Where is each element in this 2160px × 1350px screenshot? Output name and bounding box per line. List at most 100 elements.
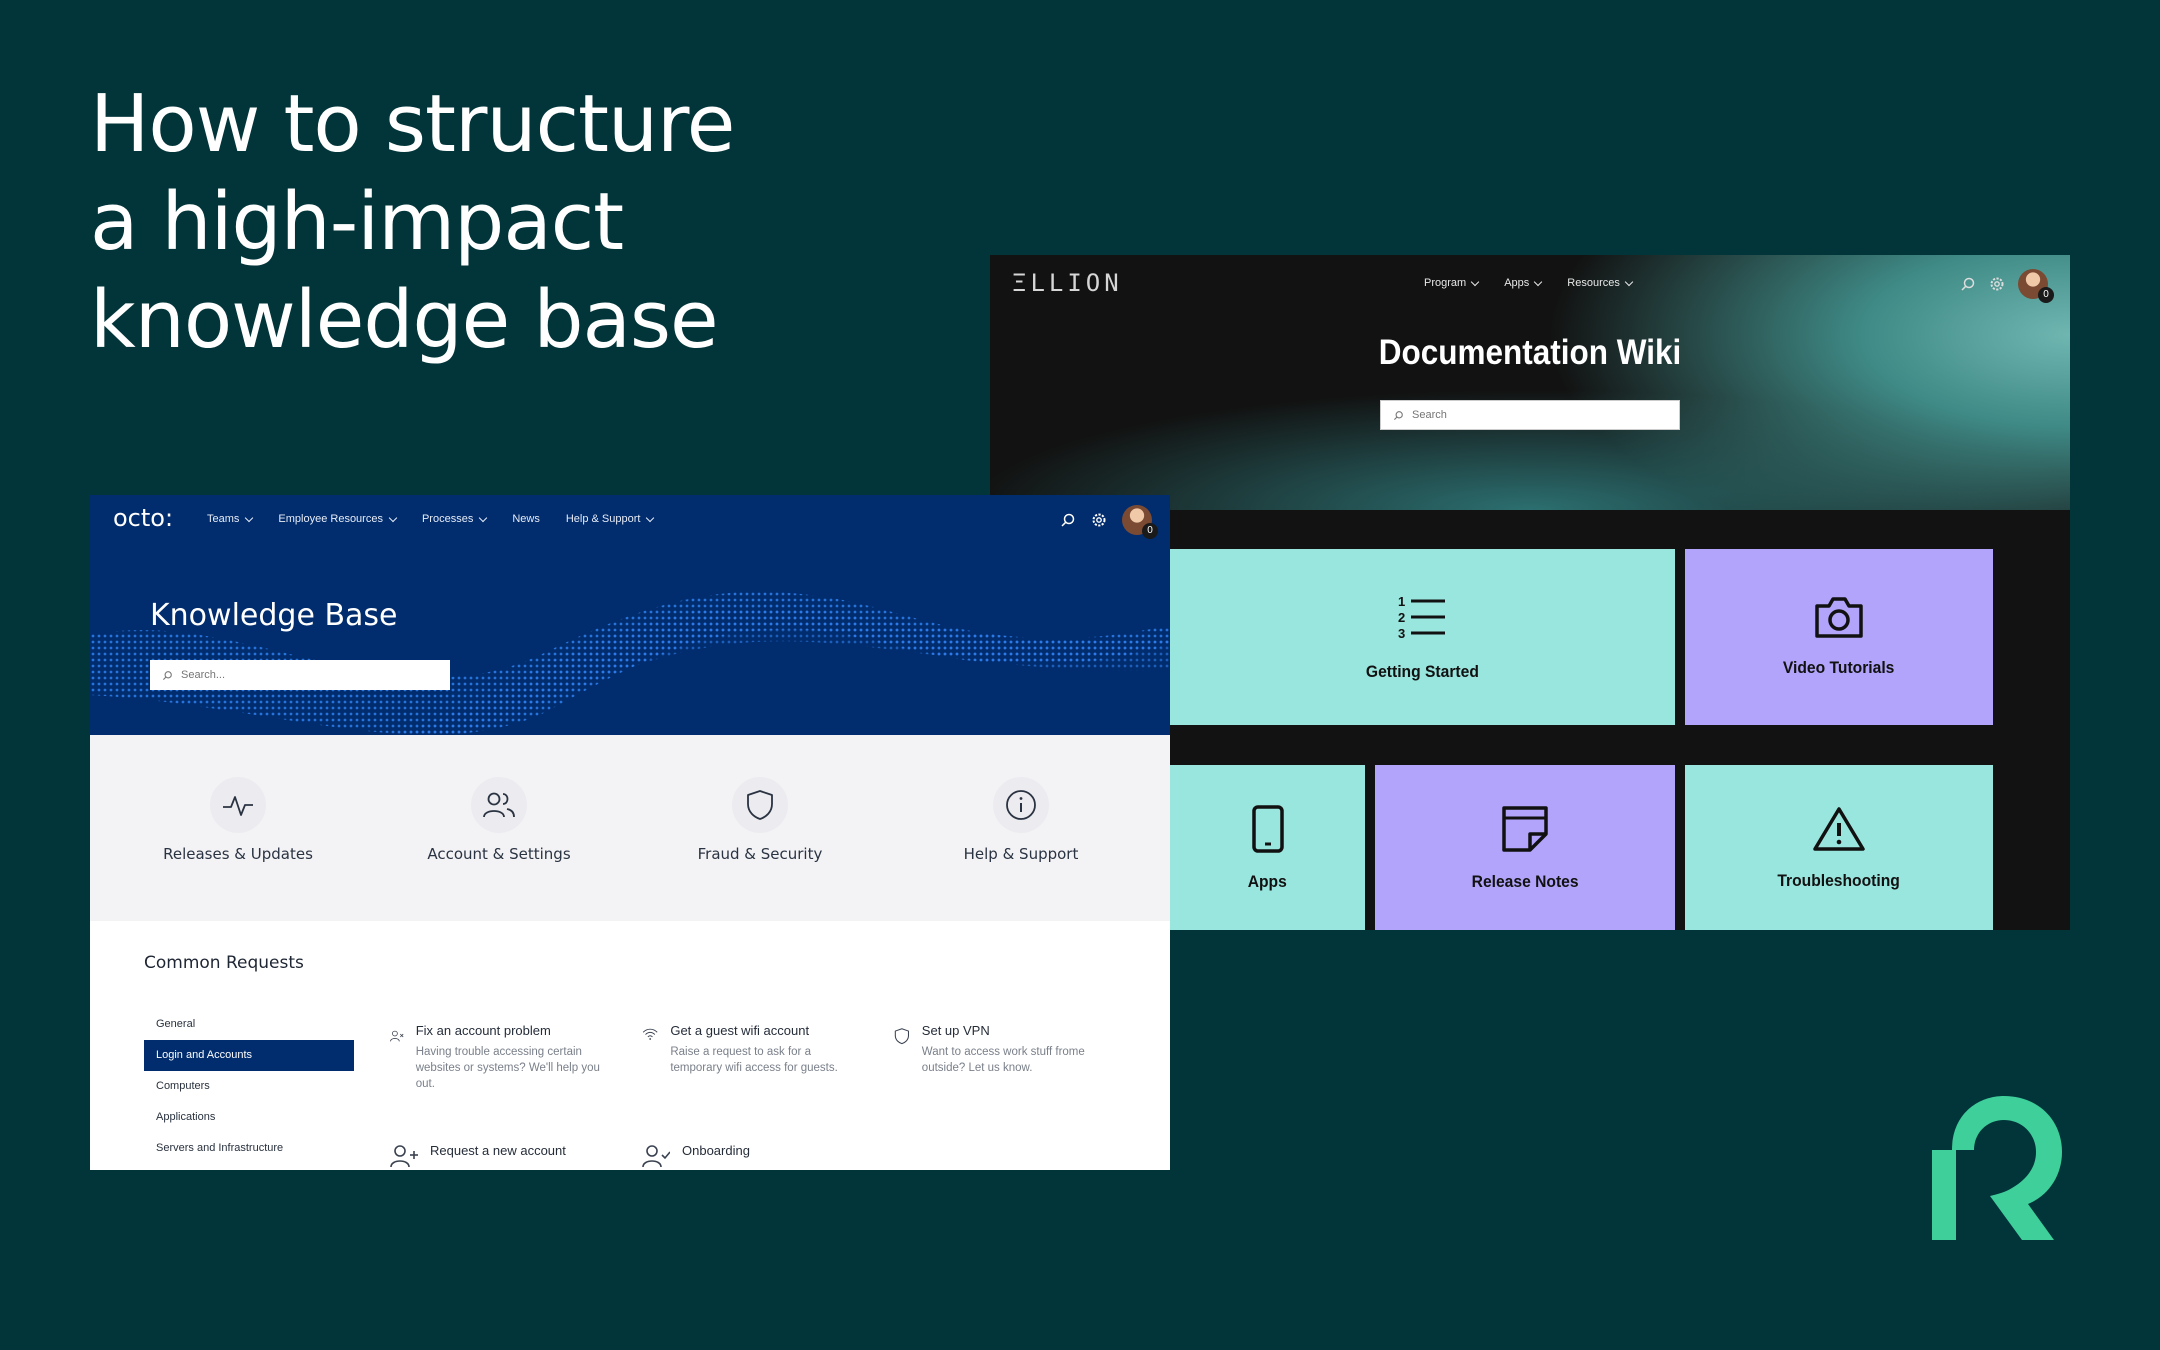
ellion-nav: Program Apps Resources bbox=[1424, 277, 1634, 289]
search-input[interactable] bbox=[1412, 409, 1662, 421]
tile-video-tutorials[interactable]: Video Tutorials bbox=[1685, 549, 1993, 725]
svg-text:2: 2 bbox=[1398, 610, 1405, 625]
request-text: Request a new account bbox=[430, 1143, 566, 1169]
shield-icon bbox=[747, 790, 773, 820]
tile-label: Video Tutorials bbox=[1783, 658, 1895, 677]
search-icon[interactable] bbox=[1960, 276, 1976, 292]
octo-nav-teams[interactable]: Teams bbox=[207, 513, 254, 525]
user-x-icon bbox=[390, 1030, 404, 1042]
request-fix-account[interactable]: Fix an account problem Having trouble ac… bbox=[390, 1023, 600, 1092]
category-label: Fraud & Security bbox=[697, 845, 823, 863]
gear-icon[interactable] bbox=[1988, 275, 2006, 293]
request-text: Set up VPN Want to access work stuff fro… bbox=[922, 1023, 1104, 1076]
category-releases-updates[interactable]: Releases & Updates bbox=[108, 777, 368, 863]
category-label: Account & Settings bbox=[427, 845, 571, 863]
headline: How to structure a high-impact knowledge… bbox=[90, 75, 850, 369]
ellion-toolbar: 0 bbox=[1960, 269, 2054, 303]
numbered-list-icon: 1 2 3 bbox=[1398, 594, 1445, 641]
chevron-down-icon bbox=[245, 513, 254, 522]
octo-logo[interactable]: octo: bbox=[113, 504, 173, 532]
chevron-down-icon bbox=[1624, 277, 1634, 286]
request-category-applications[interactable]: Applications bbox=[144, 1102, 354, 1133]
tile-label: Getting Started bbox=[1366, 662, 1479, 681]
ellion-nav-apps[interactable]: Apps bbox=[1504, 277, 1543, 289]
octo-hero: octo: Teams Employee Resources Processes… bbox=[90, 495, 1170, 735]
request-title: Get a guest wifi account bbox=[670, 1023, 810, 1038]
svg-text:1: 1 bbox=[1398, 594, 1405, 609]
icon-circle bbox=[732, 777, 788, 833]
chevron-down-icon bbox=[1470, 277, 1480, 286]
request-text: Fix an account problem Having trouble ac… bbox=[416, 1023, 600, 1092]
tile-troubleshooting[interactable]: Troubleshooting bbox=[1685, 765, 1993, 930]
request-description: Having trouble accessing certain website… bbox=[415, 1046, 600, 1090]
info-icon bbox=[1006, 790, 1036, 820]
tile-apps[interactable]: Apps bbox=[1170, 765, 1365, 930]
search-icon bbox=[1393, 410, 1403, 420]
octo-nav-employee-resources[interactable]: Employee Resources bbox=[278, 513, 398, 525]
octo-nav: Teams Employee Resources Processes News … bbox=[207, 513, 655, 525]
ellion-logo[interactable]: ΞLLION bbox=[1012, 269, 1123, 297]
gear-icon[interactable] bbox=[1090, 511, 1108, 529]
headline-line-2: a high-impact bbox=[90, 176, 624, 268]
tile-label: Troubleshooting bbox=[1777, 870, 1901, 890]
request-title: Fix an account problem bbox=[415, 1023, 551, 1038]
icon-circle bbox=[210, 777, 266, 833]
notification-count: 0 bbox=[1142, 523, 1158, 539]
wifi-icon bbox=[642, 1028, 658, 1040]
request-description: Raise a request to ask for a temporary w… bbox=[670, 1046, 838, 1074]
common-requests-section: Common Requests General Login and Accoun… bbox=[90, 921, 1170, 1170]
octo-nav-help-support[interactable]: Help & Support bbox=[565, 513, 655, 525]
request-description: Want to access work stuff frome outside?… bbox=[921, 1046, 1085, 1074]
nav-label: Employee Resources bbox=[278, 513, 383, 525]
category-account-settings[interactable]: Account & Settings bbox=[369, 777, 629, 863]
request-text: Onboarding bbox=[682, 1143, 750, 1169]
activity-icon bbox=[223, 796, 253, 816]
users-icon bbox=[483, 792, 515, 818]
search-bar bbox=[150, 660, 450, 690]
user-plus-icon bbox=[390, 1145, 418, 1168]
search-input[interactable] bbox=[181, 669, 431, 681]
avatar[interactable]: 0 bbox=[2018, 269, 2054, 303]
ellion-nav-program[interactable]: Program bbox=[1424, 277, 1480, 289]
icon-circle bbox=[993, 777, 1049, 833]
tile-release-notes[interactable]: Release Notes bbox=[1375, 765, 1675, 930]
request-category-login-accounts[interactable]: Login and Accounts bbox=[144, 1040, 354, 1071]
request-category-list: General Login and Accounts Computers App… bbox=[144, 1009, 354, 1164]
tile-getting-started[interactable]: 1 2 3 Getting Started bbox=[1170, 549, 1675, 725]
request-text: Get a guest wifi account Raise a request… bbox=[670, 1023, 852, 1076]
request-guest-wifi[interactable]: Get a guest wifi account Raise a request… bbox=[642, 1023, 852, 1076]
request-title: Request a new account bbox=[430, 1143, 566, 1158]
headline-line-3: knowledge base bbox=[90, 274, 719, 366]
category-help-support[interactable]: Help & Support bbox=[891, 777, 1151, 863]
octo-toolbar: 0 bbox=[1060, 505, 1158, 539]
octo-nav-processes[interactable]: Processes bbox=[422, 513, 488, 525]
octo-window: octo: Teams Employee Resources Processes… bbox=[90, 495, 1170, 1170]
brand-logo bbox=[1932, 1096, 2062, 1240]
nav-label: Resources bbox=[1567, 277, 1620, 289]
page-title: Knowledge Base bbox=[150, 598, 398, 633]
chevron-down-icon bbox=[646, 513, 655, 522]
icon-circle bbox=[471, 777, 527, 833]
search-icon bbox=[162, 670, 172, 680]
chevron-down-icon bbox=[1534, 277, 1543, 286]
request-setup-vpn[interactable]: Set up VPN Want to access work stuff fro… bbox=[894, 1023, 1104, 1076]
octo-nav-news[interactable]: News bbox=[512, 513, 540, 525]
request-new-account[interactable]: Request a new account bbox=[390, 1143, 600, 1169]
warning-icon bbox=[1813, 806, 1865, 851]
ellion-nav-resources[interactable]: Resources bbox=[1567, 277, 1634, 289]
search-icon[interactable] bbox=[1060, 512, 1076, 528]
category-label: Releases & Updates bbox=[163, 845, 313, 863]
section-title: Common Requests bbox=[144, 953, 304, 973]
category-fraud-security[interactable]: Fraud & Security bbox=[630, 777, 890, 863]
request-category-general[interactable]: General bbox=[144, 1009, 354, 1040]
request-category-servers[interactable]: Servers and Infrastructure bbox=[144, 1133, 354, 1164]
tile-label: Release Notes bbox=[1471, 871, 1579, 891]
request-onboarding[interactable]: Onboarding bbox=[642, 1143, 852, 1169]
nav-label: News bbox=[512, 513, 540, 525]
chevron-down-icon bbox=[388, 513, 398, 522]
nav-label: Help & Support bbox=[565, 513, 641, 525]
category-label: Help & Support bbox=[963, 845, 1079, 863]
request-title: Set up VPN bbox=[921, 1023, 990, 1038]
avatar[interactable]: 0 bbox=[1122, 505, 1158, 539]
request-category-computers[interactable]: Computers bbox=[144, 1071, 354, 1102]
